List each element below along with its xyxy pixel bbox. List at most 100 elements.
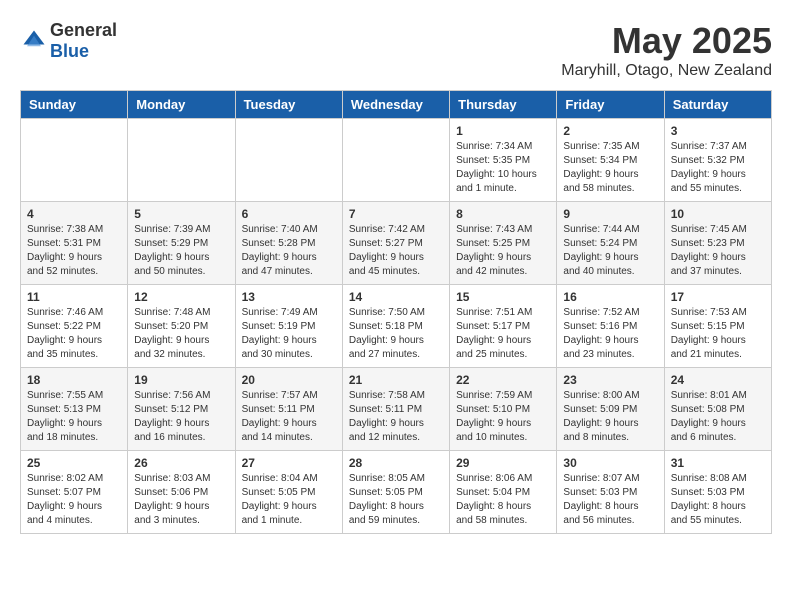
calendar-cell: 30Sunrise: 8:07 AM Sunset: 5:03 PM Dayli… xyxy=(557,451,664,534)
calendar-cell: 13 Sunrise: 7:49 AM Sunset: 5:19 PM Dayli… xyxy=(235,285,342,368)
calendar-header-saturday: Saturday xyxy=(664,91,771,119)
day-number: 28 xyxy=(349,456,443,470)
calendar-cell: 26Sunrise: 8:03 AM Sunset: 5:06 PM Dayli… xyxy=(128,451,235,534)
day-info: Sunrise: 7:57 AM Sunset: 5:11 PM Dayligh… xyxy=(242,389,336,445)
day-number: 14 xyxy=(349,290,443,304)
day-info: Sunrise: 8:08 AM Sunset: 5:03 PM Dayligh… xyxy=(671,472,765,528)
calendar-cell: 23Sunrise: 8:00 AM Sunset: 5:09 PM Dayli… xyxy=(557,368,664,451)
day-number: 21 xyxy=(349,373,443,387)
calendar-cell: 25 Sunrise: 8:02 AM Sunset: 5:07 PM Dayli… xyxy=(21,451,128,534)
day-number: 5 xyxy=(134,207,228,221)
day-info: Sunrise: 7:46 AM Sunset: 5:22 PM Dayligh… xyxy=(27,306,121,362)
calendar-cell xyxy=(342,119,449,202)
calendar-cell: 12 Sunrise: 7:48 AM Sunset: 5:20 PM Dayli… xyxy=(128,285,235,368)
day-number: 12 xyxy=(134,290,228,304)
day-info: Sunrise: 7:40 AM Sunset: 5:28 PM Dayligh… xyxy=(242,223,336,279)
calendar-cell: 1Sunrise: 7:34 AM Sunset: 5:35 PM Daylig… xyxy=(450,119,557,202)
day-number: 17 xyxy=(671,290,765,304)
day-info: Sunrise: 7:35 AM Sunset: 5:34 PM Dayligh… xyxy=(563,140,657,196)
day-info: Sunrise: 7:48 AM Sunset: 5:20 PM Dayligh… xyxy=(134,306,228,362)
calendar-header-tuesday: Tuesday xyxy=(235,91,342,119)
day-number: 2 xyxy=(563,124,657,138)
day-info: Sunrise: 7:38 AM Sunset: 5:31 PM Dayligh… xyxy=(27,223,121,279)
calendar-cell: 5 Sunrise: 7:39 AM Sunset: 5:29 PM Daylig… xyxy=(128,202,235,285)
day-number: 30 xyxy=(563,456,657,470)
calendar-week-4: 18 Sunrise: 7:55 AM Sunset: 5:13 PM Dayli… xyxy=(21,368,772,451)
day-number: 22 xyxy=(456,373,550,387)
calendar-cell: 10Sunrise: 7:45 AM Sunset: 5:23 PM Dayli… xyxy=(664,202,771,285)
calendar-week-2: 4 Sunrise: 7:38 AM Sunset: 5:31 PM Daylig… xyxy=(21,202,772,285)
day-info: Sunrise: 7:52 AM Sunset: 5:16 PM Dayligh… xyxy=(563,306,657,362)
logo: General Blue xyxy=(20,20,117,62)
calendar-cell xyxy=(21,119,128,202)
day-info: Sunrise: 7:56 AM Sunset: 5:12 PM Dayligh… xyxy=(134,389,228,445)
calendar-cell: 27 Sunrise: 8:04 AM Sunset: 5:05 PM Dayli… xyxy=(235,451,342,534)
day-info: Sunrise: 7:50 AM Sunset: 5:18 PM Dayligh… xyxy=(349,306,443,362)
day-info: Sunrise: 7:42 AM Sunset: 5:27 PM Dayligh… xyxy=(349,223,443,279)
calendar-cell: 3 Sunrise: 7:37 AM Sunset: 5:32 PM Daylig… xyxy=(664,119,771,202)
calendar-cell: 7Sunrise: 7:42 AM Sunset: 5:27 PM Daylig… xyxy=(342,202,449,285)
day-number: 1 xyxy=(456,124,550,138)
day-number: 25 xyxy=(27,456,121,470)
day-info: Sunrise: 8:02 AM Sunset: 5:07 PM Dayligh… xyxy=(27,472,121,528)
calendar-cell: 24Sunrise: 8:01 AM Sunset: 5:08 PM Dayli… xyxy=(664,368,771,451)
calendar-cell: 15 Sunrise: 7:51 AM Sunset: 5:17 PM Dayli… xyxy=(450,285,557,368)
day-info: Sunrise: 7:43 AM Sunset: 5:25 PM Dayligh… xyxy=(456,223,550,279)
calendar-cell: 2 Sunrise: 7:35 AM Sunset: 5:34 PM Daylig… xyxy=(557,119,664,202)
day-info: Sunrise: 7:51 AM Sunset: 5:17 PM Dayligh… xyxy=(456,306,550,362)
day-info: Sunrise: 8:05 AM Sunset: 5:05 PM Dayligh… xyxy=(349,472,443,528)
day-info: Sunrise: 7:55 AM Sunset: 5:13 PM Dayligh… xyxy=(27,389,121,445)
day-info: Sunrise: 7:53 AM Sunset: 5:15 PM Dayligh… xyxy=(671,306,765,362)
day-number: 11 xyxy=(27,290,121,304)
calendar-cell: 9 Sunrise: 7:44 AM Sunset: 5:24 PM Daylig… xyxy=(557,202,664,285)
calendar-cell: 28 Sunrise: 8:05 AM Sunset: 5:05 PM Dayli… xyxy=(342,451,449,534)
day-number: 13 xyxy=(242,290,336,304)
day-number: 16 xyxy=(563,290,657,304)
calendar: SundayMondayTuesdayWednesdayThursdayFrid… xyxy=(20,90,772,534)
day-info: Sunrise: 7:59 AM Sunset: 5:10 PM Dayligh… xyxy=(456,389,550,445)
logo-blue: Blue xyxy=(50,41,89,61)
month-year: May 2025 xyxy=(561,20,772,62)
day-info: Sunrise: 8:04 AM Sunset: 5:05 PM Dayligh… xyxy=(242,472,336,528)
day-number: 26 xyxy=(134,456,228,470)
calendar-cell xyxy=(128,119,235,202)
day-number: 4 xyxy=(27,207,121,221)
day-number: 27 xyxy=(242,456,336,470)
day-info: Sunrise: 8:01 AM Sunset: 5:08 PM Dayligh… xyxy=(671,389,765,445)
calendar-cell: 6 Sunrise: 7:40 AM Sunset: 5:28 PM Daylig… xyxy=(235,202,342,285)
day-info: Sunrise: 7:58 AM Sunset: 5:11 PM Dayligh… xyxy=(349,389,443,445)
calendar-cell: 18 Sunrise: 7:55 AM Sunset: 5:13 PM Dayli… xyxy=(21,368,128,451)
calendar-week-3: 11 Sunrise: 7:46 AM Sunset: 5:22 PM Dayli… xyxy=(21,285,772,368)
day-number: 3 xyxy=(671,124,765,138)
day-info: Sunrise: 7:44 AM Sunset: 5:24 PM Dayligh… xyxy=(563,223,657,279)
day-info: Sunrise: 7:37 AM Sunset: 5:32 PM Dayligh… xyxy=(671,140,765,196)
day-number: 15 xyxy=(456,290,550,304)
location: Maryhill, Otago, New Zealand xyxy=(561,62,772,80)
calendar-cell: 8Sunrise: 7:43 AM Sunset: 5:25 PM Daylig… xyxy=(450,202,557,285)
day-number: 31 xyxy=(671,456,765,470)
day-info: Sunrise: 7:39 AM Sunset: 5:29 PM Dayligh… xyxy=(134,223,228,279)
calendar-cell: 11 Sunrise: 7:46 AM Sunset: 5:22 PM Dayli… xyxy=(21,285,128,368)
day-number: 19 xyxy=(134,373,228,387)
day-info: Sunrise: 7:49 AM Sunset: 5:19 PM Dayligh… xyxy=(242,306,336,362)
calendar-week-1: 1Sunrise: 7:34 AM Sunset: 5:35 PM Daylig… xyxy=(21,119,772,202)
calendar-cell: 22 Sunrise: 7:59 AM Sunset: 5:10 PM Dayli… xyxy=(450,368,557,451)
title-block: May 2025 Maryhill, Otago, New Zealand xyxy=(561,20,772,80)
calendar-header-friday: Friday xyxy=(557,91,664,119)
logo-general: General xyxy=(50,20,117,40)
day-number: 9 xyxy=(563,207,657,221)
day-number: 20 xyxy=(242,373,336,387)
calendar-header-sunday: Sunday xyxy=(21,91,128,119)
calendar-cell: 4 Sunrise: 7:38 AM Sunset: 5:31 PM Daylig… xyxy=(21,202,128,285)
day-number: 18 xyxy=(27,373,121,387)
calendar-week-5: 25 Sunrise: 8:02 AM Sunset: 5:07 PM Dayli… xyxy=(21,451,772,534)
calendar-cell: 20 Sunrise: 7:57 AM Sunset: 5:11 PM Dayli… xyxy=(235,368,342,451)
page-header: General Blue May 2025 Maryhill, Otago, N… xyxy=(20,20,772,80)
day-number: 10 xyxy=(671,207,765,221)
logo-icon xyxy=(20,27,48,55)
calendar-cell: 31 Sunrise: 8:08 AM Sunset: 5:03 PM Dayli… xyxy=(664,451,771,534)
day-info: Sunrise: 8:06 AM Sunset: 5:04 PM Dayligh… xyxy=(456,472,550,528)
calendar-cell: 29Sunrise: 8:06 AM Sunset: 5:04 PM Dayli… xyxy=(450,451,557,534)
day-number: 6 xyxy=(242,207,336,221)
calendar-body: 1Sunrise: 7:34 AM Sunset: 5:35 PM Daylig… xyxy=(21,119,772,534)
